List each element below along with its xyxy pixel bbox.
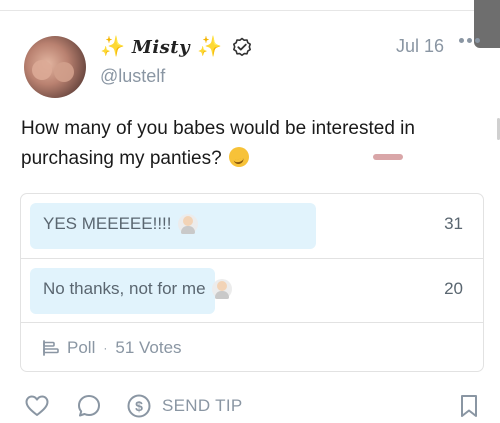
poll-option-label-row: YES MEEEEE!!!! <box>43 214 198 234</box>
poll-separator: · <box>103 341 108 355</box>
post-text: How many of you babes would be intereste… <box>21 114 471 174</box>
comment-button[interactable] <box>76 393 102 419</box>
dollar-circle-icon: $ <box>127 394 151 418</box>
poll-option[interactable]: No thanks, not for me 20 <box>21 258 483 322</box>
person-raising-hand-icon <box>177 214 198 234</box>
more-options-icon[interactable] <box>459 38 480 43</box>
poll-footer: Poll · 51 Votes <box>21 322 483 371</box>
author-handle[interactable]: @lustelf <box>100 66 165 87</box>
poll-option-votes: 31 <box>444 214 463 233</box>
send-tip-label: SEND TIP <box>162 396 243 415</box>
bookmark-button[interactable] <box>456 393 482 419</box>
person-gesturing-no-icon <box>211 279 232 299</box>
avatar[interactable] <box>24 36 86 98</box>
smirking-face-icon <box>228 147 249 167</box>
heart-icon <box>25 395 49 416</box>
poll-icon <box>43 340 59 356</box>
post-body: How many of you babes would be intereste… <box>21 118 415 169</box>
poll-option-label: YES MEEEEE!!!! <box>43 214 172 233</box>
send-tip-button[interactable]: $ SEND TIP <box>126 393 243 419</box>
post-actions: $ SEND TIP <box>24 393 484 423</box>
verified-check-icon <box>232 37 252 57</box>
poll-option-votes: 20 <box>444 279 463 298</box>
author-display-name[interactable]: Misty <box>132 37 190 58</box>
author-name-row[interactable]: ✨ Misty ✨ <box>100 34 252 60</box>
poll-meta: Poll · 51 Votes <box>41 338 182 358</box>
poll-type-label: Poll <box>67 338 96 357</box>
poll-option[interactable]: YES MEEEEE!!!! 31 <box>21 194 483 257</box>
post-date: Jul 16 <box>396 36 445 56</box>
bookmark-icon <box>461 395 477 417</box>
poll: YES MEEEEE!!!! 31 No thanks, not for me … <box>20 193 484 372</box>
svg-text:$: $ <box>135 398 143 414</box>
poll-option-label: No thanks, not for me <box>43 279 206 298</box>
redaction-smudge <box>373 154 403 160</box>
comment-icon <box>78 395 100 417</box>
sparkle-icon-left: ✨ <box>100 36 125 58</box>
like-button[interactable] <box>24 393 50 419</box>
sparkle-icon-right: ✨ <box>197 36 222 58</box>
top-divider <box>0 0 500 11</box>
poll-option-label-row: No thanks, not for me <box>43 279 232 299</box>
poll-total-votes: 51 Votes <box>115 338 182 357</box>
